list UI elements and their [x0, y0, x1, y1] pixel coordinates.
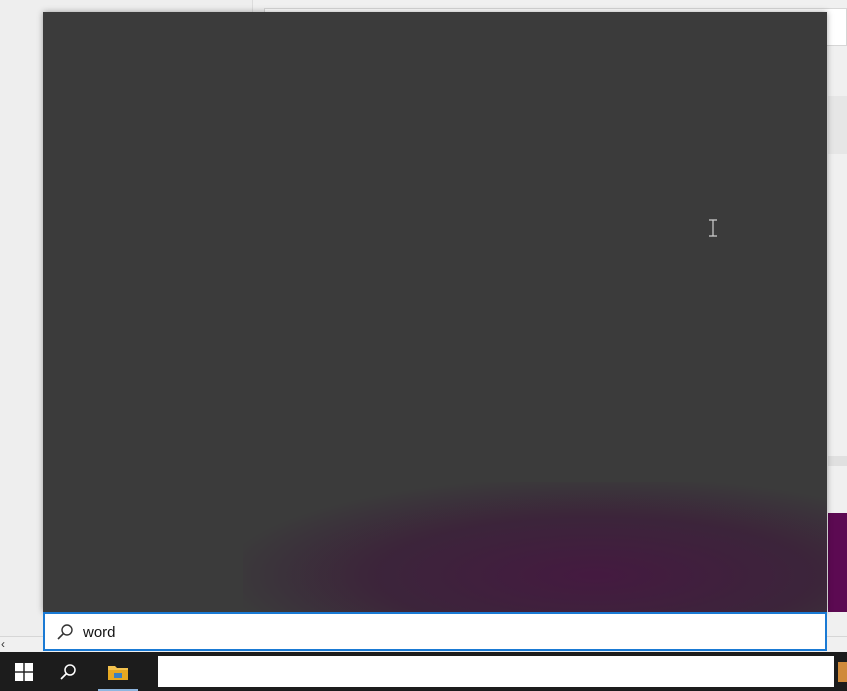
windows-start-icon	[15, 662, 33, 681]
background-dropdown-edge[interactable]	[828, 96, 847, 154]
file-explorer-button[interactable]	[94, 652, 142, 691]
search-icon	[57, 624, 73, 640]
flyout-background-tint	[243, 482, 827, 612]
scroll-left-arrow-icon[interactable]: ‹	[1, 637, 5, 652]
background-purple-panel	[828, 513, 847, 612]
taskbar-window-preview[interactable]	[158, 656, 834, 687]
taskbar	[0, 652, 847, 691]
search-icon	[60, 663, 76, 680]
start-search-flyout	[43, 12, 827, 612]
start-search-box[interactable]	[43, 612, 827, 651]
background-divider	[828, 456, 847, 466]
start-button[interactable]	[0, 652, 48, 691]
search-input[interactable]	[83, 620, 783, 644]
taskbar-app-icon[interactable]	[838, 662, 847, 682]
text-cursor-icon	[709, 219, 717, 237]
file-explorer-icon	[108, 665, 128, 680]
taskbar-search-button[interactable]	[44, 652, 92, 691]
